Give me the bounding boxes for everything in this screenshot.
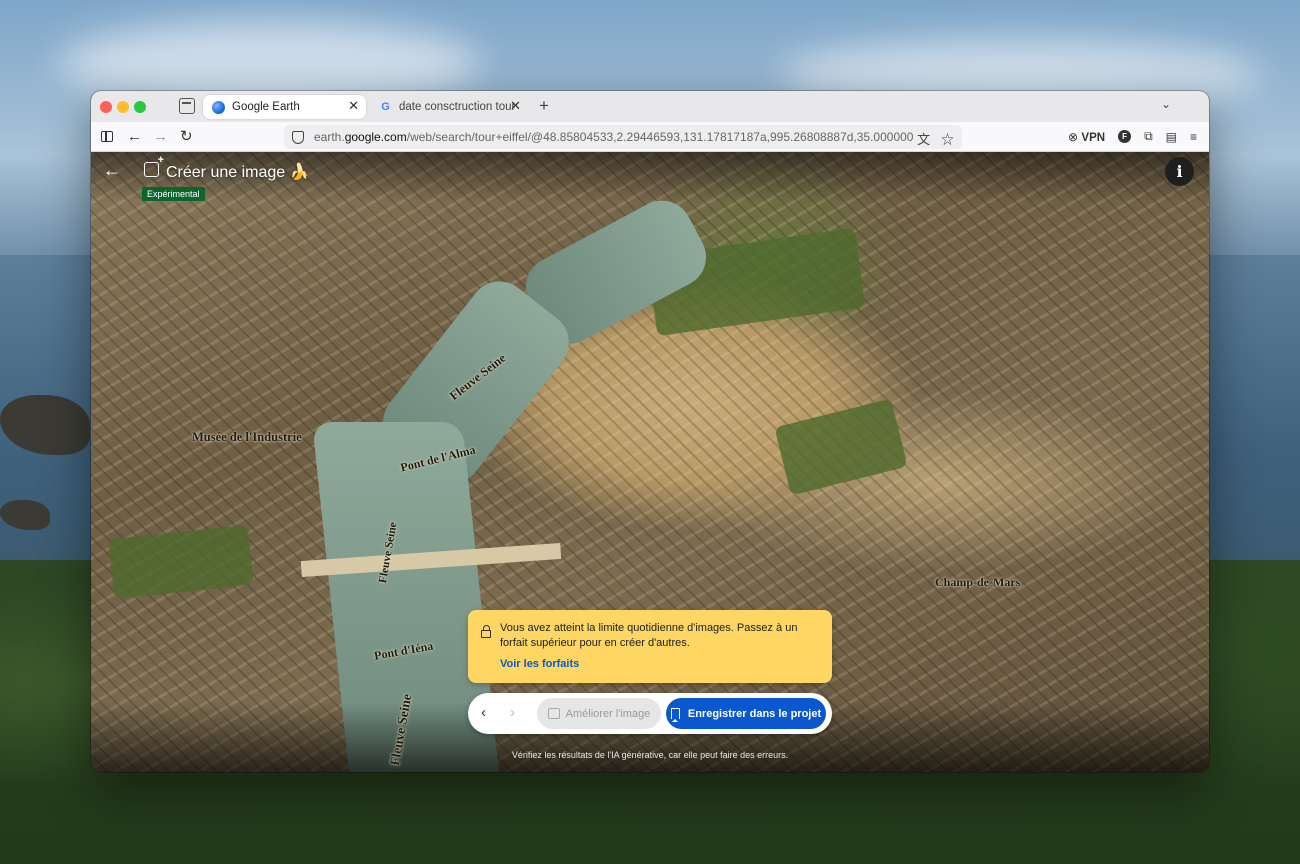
page-title: Créer une image 🍌	[166, 164, 310, 181]
tab-google-earth[interactable]: Google Earth ✕	[203, 95, 366, 119]
image-toolbar: ‹ › Améliorer l'image Enregistrer dans l…	[468, 693, 832, 734]
toolbar-icons: ⊗ VPN F ⧉ ▤ ≡	[1068, 129, 1197, 144]
earth-content: Musée de l'Industrie Fleuve Seine Pont d…	[91, 152, 1209, 772]
close-tab-icon[interactable]: ✕	[348, 98, 359, 114]
ai-disclaimer: Vérifiez les résultats de l'IA générativ…	[511, 750, 789, 760]
image-edit-icon	[547, 708, 560, 719]
save-to-project-button[interactable]: Enregistrer dans le projet	[666, 698, 826, 729]
close-window-button[interactable]	[100, 101, 112, 113]
translate-icon[interactable]: 文	[917, 132, 930, 147]
google-earth-favicon-icon	[212, 100, 225, 114]
tab-bar: Google Earth ✕ G date consctruction tour…	[91, 91, 1209, 122]
see-plans-link[interactable]: Voir les forfaits	[500, 658, 579, 670]
alert-message: Vous avez atteint la limite quotidienne …	[500, 622, 798, 649]
forward-icon[interactable]: →	[153, 127, 168, 147]
map-label-champ-de-mars: Champ-de-Mars	[935, 575, 1021, 589]
shield-icon[interactable]	[292, 130, 304, 144]
address-bar[interactable]: earth.google.com/web/search/tour+eiffel/…	[284, 125, 962, 149]
extensions-icon[interactable]: ⧉	[1144, 129, 1153, 144]
chevron-right-icon[interactable]: ›	[510, 704, 515, 721]
create-image-icon	[144, 154, 164, 177]
close-tab-icon[interactable]: ✕	[510, 98, 521, 114]
profile-avatar[interactable]: F	[1118, 130, 1132, 143]
vpn-toggle[interactable]: ⊗ VPN	[1068, 130, 1105, 144]
google-favicon-icon: G	[381, 100, 390, 113]
tab-google-search[interactable]: G date consctruction tour eiffel - ( ✕	[370, 95, 528, 119]
experimental-badge: Expérimental	[142, 187, 205, 201]
lock-icon	[481, 625, 491, 638]
daily-limit-alert: Vous avez atteint la limite quotidienne …	[468, 610, 832, 683]
new-tab-icon[interactable]: +	[539, 96, 549, 116]
improve-image-label: Améliorer l'image	[565, 707, 651, 720]
url-actions: 文 ☆	[917, 129, 954, 148]
reload-icon[interactable]: ↻	[180, 127, 193, 147]
minimize-window-button[interactable]	[117, 101, 129, 113]
save-to-project-label: Enregistrer dans le projet	[687, 707, 822, 720]
star-icon[interactable]: ☆	[941, 132, 954, 147]
map-label-musee: Musée de l'Industrie	[192, 430, 302, 444]
tab-title: date consctruction tour eiffel - (	[399, 101, 517, 113]
navigation-bar: ← → ↻ earth.google.com/web/search/tour+e…	[91, 122, 1209, 152]
chevron-down-icon[interactable]: ⌄	[1161, 97, 1171, 111]
chevron-left-icon[interactable]: ‹	[481, 704, 486, 721]
browser-window: Google Earth ✕ G date consctruction tour…	[91, 91, 1209, 772]
fullscreen-window-button[interactable]	[134, 101, 146, 113]
reader-icon[interactable]: ▤	[1166, 130, 1177, 144]
back-icon[interactable]: ←	[127, 127, 142, 147]
tab-manager-icon[interactable]	[179, 98, 195, 114]
back-arrow-icon[interactable]: ←	[103, 160, 121, 181]
url-text[interactable]: earth.google.com/web/search/tour+eiffel/…	[314, 130, 914, 144]
info-button[interactable]: i	[1165, 157, 1194, 186]
menu-icon[interactable]: ≡	[1190, 130, 1197, 144]
sidebar-toggle-icon[interactable]	[101, 131, 113, 142]
improve-image-button[interactable]: Améliorer l'image	[537, 698, 661, 729]
tab-title: Google Earth	[232, 101, 300, 113]
bookmark-icon	[670, 708, 680, 719]
